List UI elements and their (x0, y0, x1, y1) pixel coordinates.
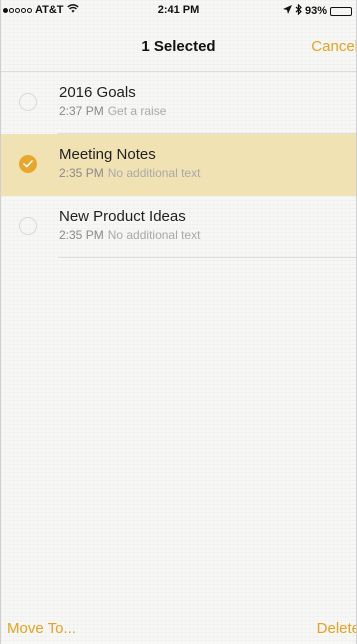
note-time: 2:35 PM (59, 166, 104, 180)
nav-title: 1 Selected (141, 38, 216, 55)
note-row-2016-goals[interactable]: 2016 Goals 2:37 PM Get a raise (1, 72, 356, 134)
row-divider (58, 257, 356, 258)
delete-button[interactable]: Delete (317, 620, 356, 637)
note-row-new-product-ideas[interactable]: New Product Ideas 2:35 PM No additional t… (1, 196, 356, 258)
location-arrow-icon (282, 5, 292, 17)
status-bar: AT&T 2:41 PM 93% (1, 0, 356, 20)
note-subtitle: 2:37 PM Get a raise (59, 104, 166, 118)
status-right: 93% (282, 3, 352, 18)
navigation-bar: 1 Selected Cancel (1, 20, 356, 72)
unselected-circle-icon[interactable] (19, 217, 37, 235)
notes-list: 2016 Goals 2:37 PM Get a raise Meeting No… (1, 72, 356, 258)
unselected-circle-icon[interactable] (19, 93, 37, 111)
note-preview: No additional text (107, 228, 201, 242)
bottom-toolbar: Move To... Delete (1, 616, 356, 644)
note-title: Meeting Notes (59, 146, 156, 163)
note-subtitle: 2:35 PM No additional text (59, 228, 200, 242)
phone-screen: AT&T 2:41 PM 93% 1 Selected Cancel 2016 … (0, 0, 357, 644)
note-title: 2016 Goals (59, 84, 136, 101)
note-title: New Product Ideas (59, 208, 186, 225)
note-subtitle: 2:35 PM No additional text (59, 166, 200, 180)
note-time: 2:35 PM (59, 228, 104, 242)
checkmark-icon[interactable] (19, 155, 37, 173)
battery-icon (330, 6, 352, 16)
move-to-button[interactable]: Move To... (7, 620, 76, 637)
note-preview: No additional text (107, 166, 201, 180)
bluetooth-icon (295, 3, 302, 18)
note-time: 2:37 PM (59, 104, 104, 118)
battery-percent: 93% (304, 5, 327, 17)
note-row-meeting-notes[interactable]: Meeting Notes 2:35 PM No additional text (1, 134, 356, 196)
cancel-button[interactable]: Cancel (311, 38, 356, 55)
note-preview: Get a raise (107, 104, 167, 118)
